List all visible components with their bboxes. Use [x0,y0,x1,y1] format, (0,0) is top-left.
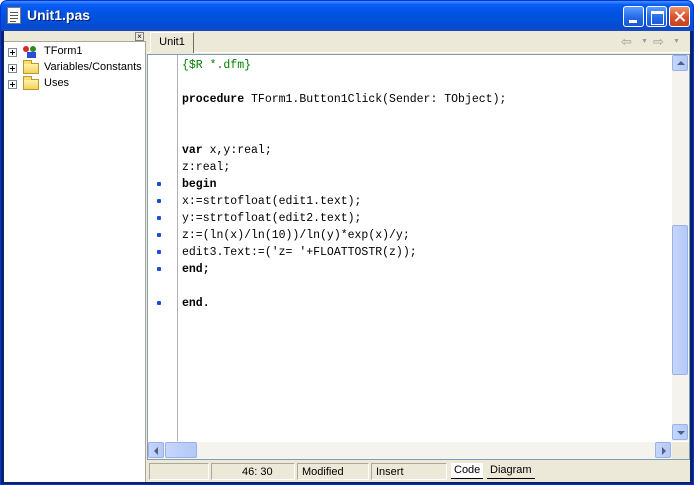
structure-panel-header: × [4,31,146,42]
scroll-down-button[interactable] [672,424,688,440]
code-line[interactable]: z:real; [182,159,230,176]
window-title: Unit1.pas [27,7,91,23]
structure-panel: × TForm1 Variables/Constants Uses [4,31,146,482]
code-editor[interactable]: {$R *.dfm} procedure TForm1.Button1Click(… [147,54,690,460]
code-keyword: begin [182,178,217,191]
code-keyword: end. [182,297,210,310]
component-icon [23,46,36,58]
code-line[interactable]: var x,y:real; [182,142,272,159]
forward-arrow-icon[interactable]: ⇨ [653,35,664,48]
insert-mode-indicator: Insert [371,463,447,480]
breakpoint-line-marker[interactable] [157,301,161,305]
back-arrow-icon[interactable]: ⇦ [621,35,632,48]
scroll-right-button[interactable] [655,442,671,458]
panel-close-icon[interactable]: × [135,32,144,41]
code-line[interactable]: z:=(ln(x)/ln(10))/ln(y)*exp(x)/y; [182,227,410,244]
folder-icon [23,76,39,90]
breakpoint-line-marker[interactable] [157,250,161,254]
code-line[interactable]: {$R *.dfm} [182,57,251,74]
expand-icon[interactable] [8,64,17,73]
code-area[interactable]: {$R *.dfm} procedure TForm1.Button1Click(… [182,56,672,440]
breakpoint-line-marker[interactable] [157,216,161,220]
expand-icon[interactable] [8,48,17,57]
code-line[interactable]: end. [182,295,210,312]
folder-icon [23,60,39,74]
expand-icon[interactable] [8,80,17,89]
code-line[interactable]: begin [182,176,217,193]
title-bar[interactable]: Unit1.pas [1,1,693,31]
maximize-button[interactable] [646,6,667,27]
breakpoint-line-marker[interactable] [157,233,161,237]
tree-item-label: Variables/Constants [44,61,142,73]
breakpoint-line-marker[interactable] [157,182,161,186]
modified-indicator: Modified [297,463,369,480]
status-blank [149,463,209,480]
tree-item-label: Uses [44,77,70,89]
tab-code[interactable]: Code [451,463,484,479]
code-line[interactable]: procedure TForm1.Button1Click(Sender: TO… [182,91,506,108]
code-keyword: end; [182,263,210,276]
arrow-up-icon [677,61,685,65]
close-button[interactable] [669,6,690,27]
editor-window: Unit1.pas × TForm1 Variables/Constants U… [0,0,694,485]
horizontal-scrollbar[interactable] [148,442,672,459]
code-line[interactable]: end; [182,261,210,278]
code-keyword: procedure [182,93,245,106]
code-line[interactable]: x:=strtofloat(edit1.text); [182,193,361,210]
tree-item-label: TForm1 [44,45,83,57]
document-icon [7,7,21,24]
forward-dropdown-icon[interactable]: ▼ [673,38,680,45]
breakpoint-line-marker[interactable] [157,199,161,203]
arrow-right-icon [662,447,666,455]
view-tabs: Code Diagram [451,463,571,480]
code-line[interactable]: edit3.Text:=('z= '+FLOATTOSTR(z)); [182,244,417,261]
window-client: × TForm1 Variables/Constants Uses Unit1 … [4,31,690,482]
tab-unit1[interactable]: Unit1 [150,32,194,53]
editor-tab-bar: Unit1 ⇦ ▼ ⇨ ▼ [147,31,690,53]
breakpoint-line-marker[interactable] [157,267,161,271]
vertical-scroll-thumb[interactable] [672,225,688,375]
cursor-position: 46: 30 [211,463,295,480]
arrow-left-icon [154,447,158,455]
scroll-left-button[interactable] [148,442,164,458]
minimize-button[interactable] [623,6,644,27]
vertical-scrollbar[interactable] [672,55,689,441]
back-dropdown-icon[interactable]: ▼ [641,38,648,45]
code-keyword: var [182,144,203,157]
editor-gutter[interactable] [148,55,178,441]
horizontal-scroll-thumb[interactable] [165,442,197,458]
status-bar: 46: 30 Modified Insert Code Diagram [147,461,690,482]
arrow-down-icon [677,431,685,435]
scrollbar-corner [672,442,689,459]
tab-diagram[interactable]: Diagram [487,463,535,479]
code-line[interactable]: y:=strtofloat(edit2.text); [182,210,361,227]
scroll-up-button[interactable] [672,55,688,71]
